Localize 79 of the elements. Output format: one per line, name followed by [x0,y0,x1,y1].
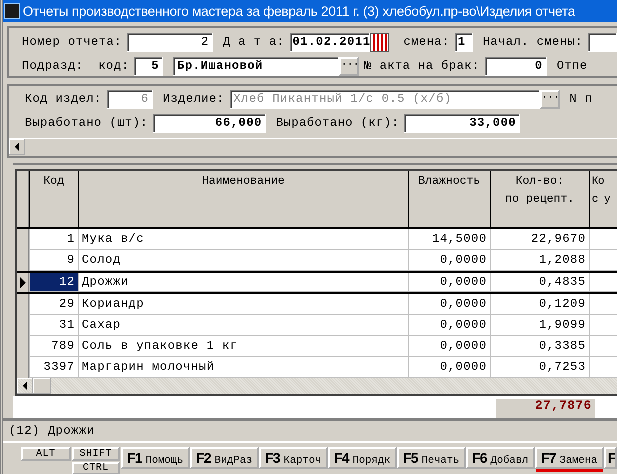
field-label: код: [98,59,130,73]
table-row[interactable]: 31 Сахар 0,0000 1,9099 [17,315,617,336]
table-cell: Солод [78,250,408,271]
table-cell: 31 [29,315,78,336]
table-cell: 0,3385 [490,336,589,357]
column-header[interactable]: Код [29,171,78,227]
field-label: N п [570,92,593,106]
produced-pcs-field[interactable]: 66,000 [153,114,266,132]
table-cell: 14,5000 [408,229,490,250]
table-cell: 0,0000 [408,273,490,292]
function-key-button[interactable]: F1 Помощь [121,447,190,469]
table-cell: 9 [29,250,78,271]
modifier-key-button[interactable]: ALT [21,447,71,461]
table-cell: 0,0000 [408,250,490,271]
scroll-thumb[interactable] [33,378,51,394]
table-cell: 1,9099 [490,315,589,336]
table-cell: Дрожжи [78,273,408,292]
app-icon [4,3,20,19]
product-field[interactable]: Хлеб Пикантный 1/с 0.5 (х/б) [230,90,540,108]
subdivision-field[interactable]: Бр.Ишановой [173,56,340,76]
table-cell: 0,1209 [490,294,589,315]
field-label: смена: [404,35,450,49]
scroll-left-button[interactable] [9,139,25,155]
field-label: Номер отчета: [22,35,122,49]
table-row[interactable]: 789 Соль в упаковке 1 кг 0,0000 0,3385 [17,336,617,357]
table-row[interactable]: 12 Дрожжи 0,0000 0,4835 [17,271,617,294]
table-cell: 0,0000 [408,336,490,357]
window-title: Отчеты производственного мастера за февраль 2011 г. (3) хлебобул.пр-во\Изделия отчета [23,4,576,18]
calendar-icon[interactable] [370,32,389,52]
browse-button[interactable]: ··· [339,56,360,76]
column-header[interactable]: Наименование [78,171,408,227]
table-cell: Сахар [78,315,408,336]
table-cell: 29 [29,294,78,315]
report-number-field[interactable]: 2 [127,32,214,52]
total-value: 27,7876 [496,399,595,418]
function-key-button[interactable]: F [604,447,617,469]
browse-button[interactable]: ··· [540,90,560,108]
table-cell: 22,9670 [490,229,589,250]
defect-act-field[interactable]: 0 [484,56,547,76]
table-cell: 0,4835 [490,273,589,292]
table-cell: 1 [29,229,78,250]
field-label: Отпе [556,59,588,73]
field-label: Д а т а: [223,35,285,49]
function-key-button[interactable]: F3 Карточ [259,447,328,469]
field-label: Выработано (кг): [276,116,400,130]
field-label: Выработано (шт): [25,116,148,130]
shift-start-field[interactable] [588,32,617,52]
table-cell: 1,2088 [490,250,589,271]
table-cell: Мука в/с [78,229,408,250]
function-key-button[interactable]: F7 Замена [535,447,604,469]
function-key-button[interactable]: F2 ВидРаз [190,447,259,469]
field-label: Изделие: [163,92,225,106]
date-field[interactable]: 01.02.2011 [290,32,370,52]
table-cell: 0,0000 [408,315,490,336]
function-key-button[interactable]: F5 Печать [397,447,466,469]
code-field[interactable]: 5 [134,56,164,76]
field-label: Код издел: [25,92,102,106]
field-label: № акта на брак: [364,59,480,73]
table-row[interactable]: 9 Солод 0,0000 1,2088 [17,250,617,271]
table-cell: 12 [29,273,78,292]
status-text: (12) Дрожжи [3,418,617,441]
function-key-button[interactable]: F4 Порядк [328,447,397,469]
produced-kg-field[interactable]: 33,000 [404,114,520,132]
modifier-key-button[interactable]: CTRL [72,462,120,474]
column-header[interactable]: Кол-во: по рецепт. [490,171,589,227]
column-header[interactable]: Влажность [408,171,490,227]
table-cell: 0,0000 [408,294,490,315]
shift-field[interactable]: 1 [454,32,473,52]
column-header[interactable]: Ко с у [589,171,617,227]
table-row[interactable]: 29 Кориандр 0,0000 0,1209 [17,294,617,315]
function-key-button[interactable]: F6 Добавл [466,447,535,469]
modifier-key-button[interactable]: SHIFT [72,447,120,461]
table-row[interactable]: 1 Мука в/с 14,5000 22,9670 [17,229,617,250]
table-cell: Соль в упаковке 1 кг [78,336,408,357]
field-label: Начал. смены: [482,35,584,49]
product-code-field[interactable]: 6 [107,90,154,108]
field-label: Подразд: [22,59,84,73]
table-cell: 789 [29,336,78,357]
table-cell: Кориандр [78,294,408,315]
